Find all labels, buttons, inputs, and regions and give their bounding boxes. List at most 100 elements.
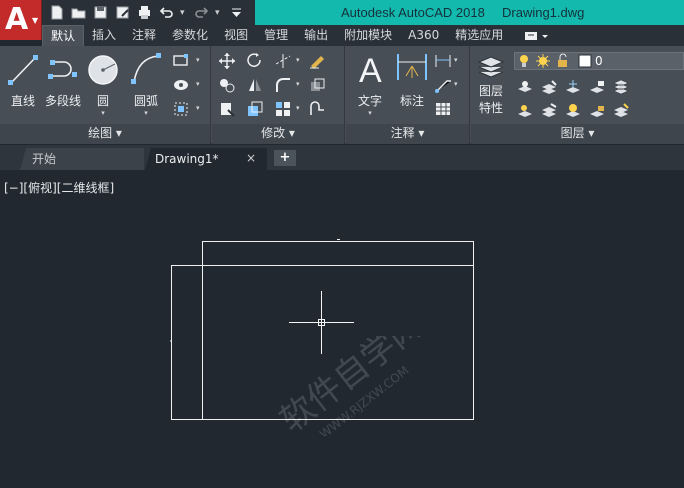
drawing-viewport[interactable]: [−][俯视][二维线框] 软件自学网 WWW.RJZXW.COM bbox=[0, 170, 684, 488]
drawing-canvas[interactable] bbox=[0, 170, 684, 488]
circle-label: 圆 bbox=[96, 94, 109, 108]
layer-isolate-icon[interactable] bbox=[540, 78, 558, 96]
hatch-icon[interactable] bbox=[172, 76, 190, 94]
current-layer-name: 0 bbox=[595, 54, 603, 68]
rectangle-icon[interactable] bbox=[172, 52, 190, 70]
layers-panel-title[interactable]: 图层 ▾ bbox=[471, 124, 684, 144]
rectangle-entity[interactable] bbox=[202, 241, 474, 420]
new-file-icon[interactable] bbox=[48, 4, 65, 21]
chevron-down-icon[interactable]: ▾ bbox=[196, 80, 200, 88]
copy-icon[interactable] bbox=[218, 76, 236, 94]
leader-icon[interactable] bbox=[434, 76, 452, 94]
layer-walk-icon[interactable] bbox=[612, 102, 630, 120]
dimension-icon bbox=[397, 54, 427, 80]
save-icon[interactable] bbox=[92, 4, 109, 21]
layer-properties-label-2: 特性 bbox=[478, 101, 503, 115]
draw-panel-title[interactable]: 绘图 ▾ bbox=[0, 124, 210, 144]
chevron-down-icon[interactable]: ▾ bbox=[296, 104, 300, 112]
crosshair-cursor bbox=[289, 291, 354, 354]
chevron-down-icon[interactable]: ▾ bbox=[454, 80, 458, 88]
tab-a360[interactable]: A360 bbox=[400, 25, 447, 46]
tab-home[interactable]: 默认 bbox=[42, 25, 85, 46]
annotation-panel-title-text: 注释 bbox=[390, 126, 415, 140]
modify-panel-title-text: 修改 bbox=[261, 126, 286, 140]
undo-dropdown-icon[interactable]: ▾ bbox=[180, 8, 188, 18]
text-button[interactable]: A 文字 ▾ bbox=[348, 50, 392, 117]
layer-off-icon[interactable] bbox=[516, 78, 534, 96]
tab-addins[interactable]: 附加模块 bbox=[336, 25, 400, 46]
tab-manage[interactable]: 管理 bbox=[256, 25, 296, 46]
chevron-down-icon[interactable]: ▾ bbox=[81, 109, 125, 117]
chevron-down-icon[interactable]: ▾ bbox=[196, 56, 200, 64]
annotation-panel: A 文字 ▾ 标注 ▾ ▾ 注释 ▾ bbox=[346, 46, 470, 144]
tab-featured-apps[interactable]: 精选应用 bbox=[447, 25, 511, 46]
layer-lock-icon[interactable] bbox=[588, 78, 606, 96]
erase-icon[interactable] bbox=[308, 52, 326, 70]
tab-insert[interactable]: 插入 bbox=[84, 25, 124, 46]
rectangle-entity[interactable] bbox=[171, 265, 474, 420]
quick-access-toolbar: ▾ ▾ bbox=[48, 3, 245, 22]
chevron-down-icon[interactable]: ▾ bbox=[196, 104, 200, 112]
move-icon[interactable] bbox=[218, 52, 236, 70]
table-icon[interactable] bbox=[434, 100, 452, 118]
trim-icon[interactable] bbox=[274, 52, 292, 70]
linear-dimension-icon[interactable] bbox=[434, 52, 452, 70]
explode-icon[interactable] bbox=[308, 76, 326, 94]
chevron-down-icon[interactable]: ▾ bbox=[296, 56, 300, 64]
tab-view[interactable]: 视图 bbox=[216, 25, 256, 46]
tab-annotate[interactable]: 注释 bbox=[124, 25, 164, 46]
polyline-button[interactable]: 多段线 bbox=[41, 50, 85, 109]
application-menu-button[interactable]: A ▼ bbox=[0, 0, 42, 40]
fillet-icon[interactable] bbox=[274, 76, 292, 94]
ribbon-tabs: 默认 插入 注释 参数化 视图 管理 输出 附加模块 A360 精选应用 bbox=[42, 25, 684, 46]
layer-freeze-icon[interactable] bbox=[564, 78, 582, 96]
layer-merge-icon[interactable] bbox=[612, 78, 630, 96]
customize-qat-icon[interactable] bbox=[228, 4, 245, 21]
svg-text:A: A bbox=[359, 52, 382, 90]
stretch-icon[interactable] bbox=[218, 100, 236, 118]
offset-icon[interactable] bbox=[308, 100, 326, 118]
boundary-icon[interactable] bbox=[172, 100, 190, 118]
chevron-down-icon[interactable]: ▾ bbox=[348, 109, 392, 117]
redo-dropdown-icon[interactable]: ▾ bbox=[215, 8, 223, 18]
save-as-icon[interactable] bbox=[114, 4, 131, 21]
ribbon-options-icon[interactable] bbox=[521, 28, 551, 42]
layer-match-icon[interactable] bbox=[540, 102, 558, 120]
line-button[interactable]: 直线 bbox=[1, 50, 45, 109]
chevron-down-icon[interactable]: ▾ bbox=[296, 80, 300, 88]
autocad-window: ▾ ▾ Autodesk AutoCAD 2018 Drawing1.dwg A… bbox=[0, 0, 684, 488]
modify-panel-title[interactable]: 修改 ▾ bbox=[212, 124, 344, 144]
draw-panel: 直线 多段线 圆 ▾ 圆弧 ▾ ▾ ▾ ▾ 绘图 ▾ bbox=[0, 46, 211, 144]
layer-unlock-icon[interactable] bbox=[588, 102, 606, 120]
chevron-down-icon[interactable]: ▾ bbox=[124, 109, 168, 117]
open-folder-icon[interactable] bbox=[70, 4, 87, 21]
chevron-down-icon[interactable]: ▾ bbox=[454, 56, 458, 64]
array-icon[interactable] bbox=[274, 100, 292, 118]
line-icon bbox=[8, 55, 38, 85]
print-icon[interactable] bbox=[136, 4, 153, 21]
arc-icon bbox=[131, 53, 161, 84]
scale-icon[interactable] bbox=[246, 100, 264, 118]
undo-icon[interactable] bbox=[158, 4, 175, 21]
rotate-icon[interactable] bbox=[246, 52, 264, 70]
annotation-panel-title[interactable]: 注释 ▾ bbox=[346, 124, 469, 144]
layer-thaw-icon[interactable] bbox=[564, 102, 582, 120]
tab-start[interactable]: 开始 bbox=[20, 148, 144, 170]
layer-make-current-icon[interactable] bbox=[516, 102, 534, 120]
arc-label: 圆弧 bbox=[133, 94, 158, 108]
new-tab-button[interactable]: + bbox=[274, 150, 296, 166]
layer-state-icons bbox=[520, 53, 592, 68]
redo-icon[interactable] bbox=[193, 4, 210, 21]
tab-parametric[interactable]: 参数化 bbox=[164, 25, 216, 46]
dimension-button[interactable]: 标注 bbox=[390, 50, 434, 109]
mirror-icon[interactable] bbox=[246, 76, 264, 94]
polyline-icon bbox=[48, 60, 77, 79]
autocad-logo-icon: A bbox=[5, 2, 29, 37]
tab-output[interactable]: 输出 bbox=[296, 25, 336, 46]
layer-properties-label-1: 图层 bbox=[478, 84, 503, 98]
arc-button[interactable]: 圆弧 ▾ bbox=[124, 50, 168, 117]
close-icon[interactable]: × bbox=[246, 151, 256, 165]
layer-dropdown[interactable]: 0 bbox=[514, 52, 684, 70]
layer-properties-button[interactable]: 图层 特性 bbox=[469, 52, 513, 116]
circle-button[interactable]: 圆 ▾ bbox=[81, 50, 125, 117]
